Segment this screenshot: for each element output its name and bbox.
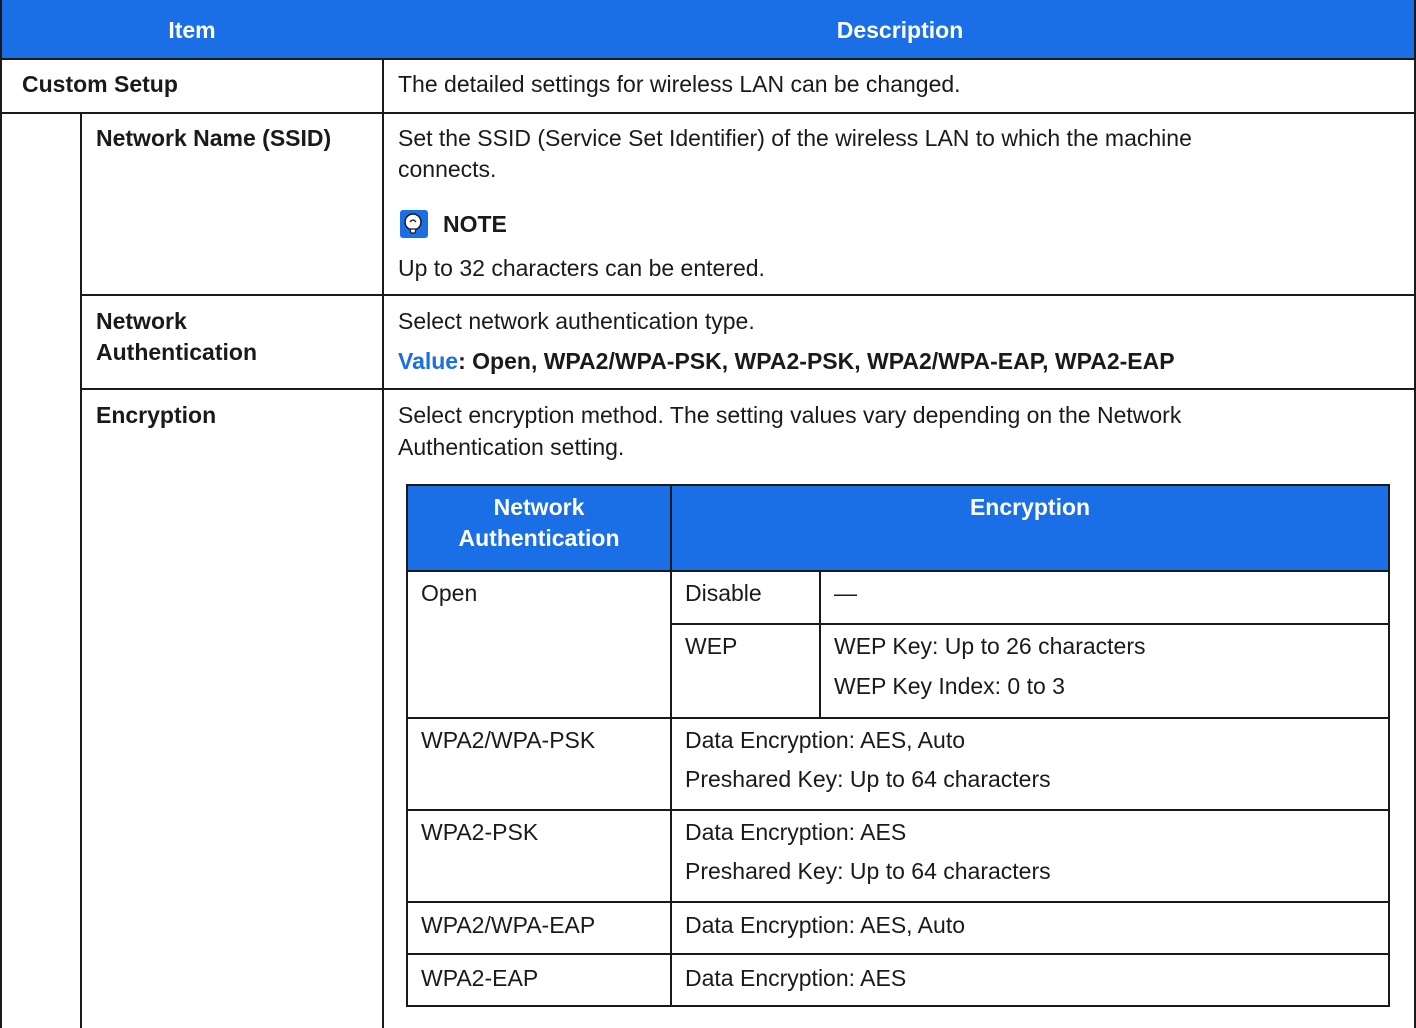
value-label: Value <box>398 348 459 374</box>
wpa2-wpa-psk-line1: Data Encryption: AES, Auto <box>685 727 965 753</box>
wpa2-wpa-eap-line1: Data Encryption: AES, Auto <box>685 912 965 938</box>
open-wep-label: WEP <box>685 633 738 659</box>
description-ssid-line1: Set the SSID (Service Set Identifier) of… <box>398 125 1192 151</box>
item-network-name-ssid: Network Name (SSID) <box>96 125 332 151</box>
description-encryption-line1: Select encryption method. The setting va… <box>398 402 1182 428</box>
open-disable-label: Disable <box>685 580 762 606</box>
auth-wpa2-wpa-eap: WPA2/WPA-EAP <box>421 912 596 938</box>
auth-wpa2-psk: WPA2-PSK <box>421 819 539 845</box>
inner-header-auth-line2: Authentication <box>458 525 620 551</box>
value-text: : Open, WPA2/WPA-PSK, WPA2-PSK, WPA2/WPA… <box>458 348 1175 374</box>
row-divider <box>0 112 1416 114</box>
inner-row-divider <box>670 623 1390 625</box>
item-custom-setup: Custom Setup <box>22 71 178 97</box>
indent-column-border <box>80 112 82 1028</box>
inner-border-right <box>1388 484 1390 1007</box>
value-line: Value: Open, WPA2/WPA-PSK, WPA2-PSK, WPA… <box>398 346 1175 377</box>
inner-border-left <box>406 484 408 1007</box>
item-column-border <box>382 58 384 1028</box>
row-divider <box>0 58 1416 60</box>
wpa2-psk-line1: Data Encryption: AES <box>685 819 907 845</box>
inner-header-auth-line1: Network <box>493 494 585 520</box>
note-title: NOTE <box>443 211 507 237</box>
header-item: Item <box>0 0 384 58</box>
inner-header-encryption-label: Encryption <box>969 494 1091 520</box>
open-disable-value: — <box>834 580 857 606</box>
item-network-authentication-line2: Authentication <box>96 339 257 365</box>
outer-left-border <box>0 0 2 1028</box>
note-lightbulb-icon <box>400 210 428 238</box>
wpa2-eap-line1: Data Encryption: AES <box>685 965 907 991</box>
inner-row-divider <box>406 809 1390 811</box>
description-network-authentication: Select network authentication type. <box>398 308 755 334</box>
row-divider <box>80 294 1416 296</box>
wpa2-psk-line2: Preshared Key: Up to 64 characters <box>685 858 1051 884</box>
inner-row-divider <box>406 717 1390 719</box>
settings-table: Item Description Custom Setup The detail… <box>0 0 1416 1028</box>
inner-column-divider <box>670 484 672 1007</box>
header-description: Description <box>384 0 1416 58</box>
auth-wpa2-eap: WPA2-EAP <box>421 965 539 991</box>
inner-row-divider <box>406 901 1390 903</box>
open-wep-line1: WEP Key: Up to 26 characters <box>834 633 1146 659</box>
item-encryption: Encryption <box>96 402 217 428</box>
item-network-authentication-line1: Network <box>96 308 187 334</box>
description-encryption-line2: Authentication setting. <box>398 434 625 460</box>
inner-border-bottom <box>406 1005 1390 1007</box>
row-divider <box>80 388 1416 390</box>
inner-subcolumn-divider <box>819 570 821 719</box>
open-wep-line2: WEP Key Index: 0 to 3 <box>834 673 1065 699</box>
auth-wpa2-wpa-psk: WPA2/WPA-PSK <box>421 727 596 753</box>
note-text: Up to 32 characters can be entered. <box>398 255 765 281</box>
auth-open: Open <box>421 580 478 606</box>
description-custom-setup: The detailed settings for wireless LAN c… <box>398 71 961 97</box>
inner-row-divider <box>406 953 1390 955</box>
inner-row-divider <box>406 570 1390 572</box>
inner-border-top <box>406 484 1390 486</box>
description-ssid-line2: connects. <box>398 156 497 182</box>
wpa2-wpa-psk-line2: Preshared Key: Up to 64 characters <box>685 766 1051 792</box>
